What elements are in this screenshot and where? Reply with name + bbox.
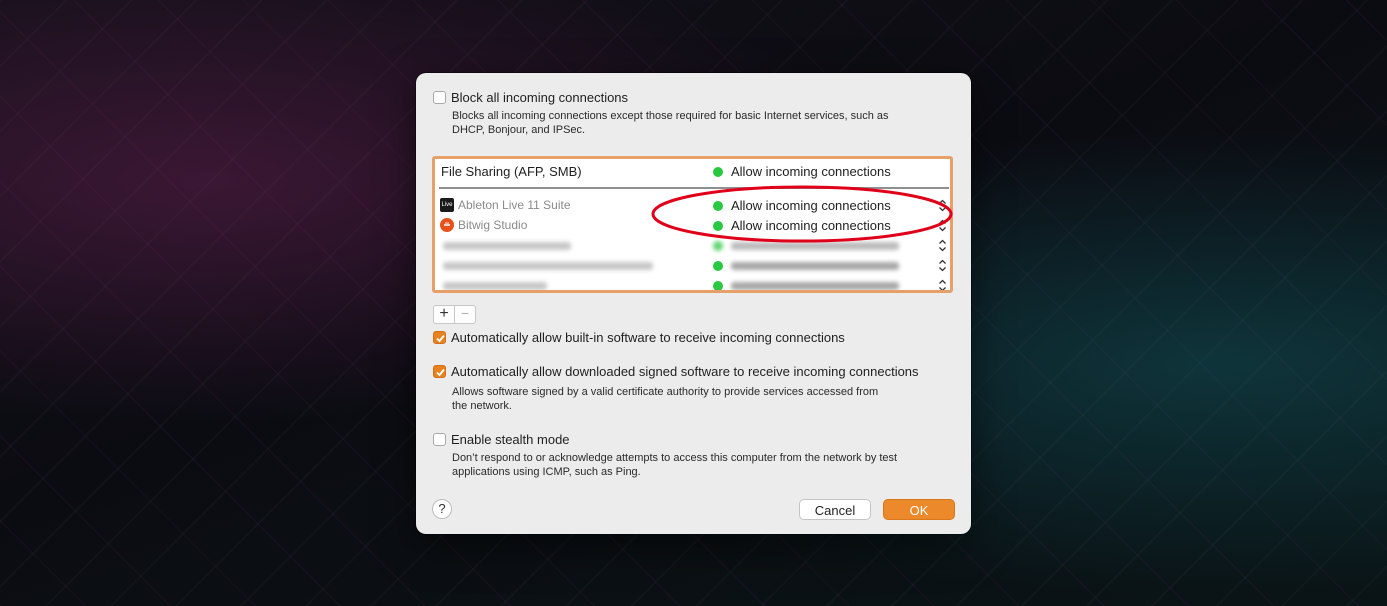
auto-signed-description: Allows software signed by a valid certif… — [452, 385, 878, 413]
stealth-description-line: Don’t respond to or acknowledge attempts… — [452, 452, 898, 464]
auto-signed-label: Automatically allow downloaded signed so… — [451, 364, 919, 379]
remove-app-button[interactable]: − — [454, 305, 476, 324]
redacted-status — [731, 282, 899, 290]
ableton-live-icon: Live — [440, 198, 454, 212]
status-green-dot — [713, 167, 723, 177]
bitwig-glyph — [444, 222, 450, 226]
redacted-app-name — [443, 242, 571, 250]
firewall-options-dialog: Block all incoming connections Blocks al… — [416, 73, 971, 534]
checkmark-icon — [436, 334, 445, 343]
status-green-dot — [713, 281, 723, 290]
auto-builtin-label: Automatically allow built-in software to… — [451, 330, 845, 345]
chevron-updown-icon[interactable] — [938, 279, 947, 292]
auto-builtin-checkbox[interactable] — [433, 331, 446, 344]
plus-icon: + — [439, 305, 449, 322]
block-all-label: Block all incoming connections — [451, 90, 629, 105]
minus-icon: − — [460, 305, 470, 321]
stealth-mode-checkbox[interactable] — [433, 433, 446, 446]
add-app-button[interactable]: + — [433, 305, 455, 324]
block-all-description-line: Blocks all incoming connections except t… — [452, 110, 889, 122]
highlight-ellipse-annotation — [651, 185, 953, 243]
checkmark-icon — [436, 368, 445, 377]
stealth-mode-description: Don’t respond to or acknowledge attempts… — [452, 451, 897, 479]
app-name: Ableton Live 11 Suite — [458, 198, 571, 212]
block-all-checkbox[interactable] — [433, 91, 446, 104]
list-item-blurred[interactable] — [435, 276, 950, 292]
file-sharing-status: Allow incoming connections — [731, 164, 891, 179]
list-item-blurred[interactable] — [435, 256, 950, 276]
redacted-app-name — [443, 282, 547, 290]
block-all-description: Blocks all incoming connections except t… — [452, 109, 889, 137]
chevron-updown-icon[interactable] — [938, 259, 947, 272]
status-green-dot — [713, 261, 723, 271]
bitwig-studio-icon — [440, 218, 454, 232]
auto-signed-description-line: Allows software signed by a valid certif… — [452, 386, 879, 398]
help-button[interactable]: ? — [432, 499, 452, 519]
ok-button[interactable]: OK — [883, 499, 955, 520]
redacted-status — [731, 262, 899, 270]
cancel-button[interactable]: Cancel — [799, 499, 871, 520]
auto-signed-checkbox[interactable] — [433, 365, 446, 378]
app-name: Bitwig Studio — [458, 218, 528, 232]
redacted-app-name — [443, 262, 653, 270]
stealth-mode-label: Enable stealth mode — [451, 432, 570, 447]
stealth-description-line: applications using ICMP, such as Ping. — [452, 466, 641, 478]
block-all-description-line: DHCP, Bonjour, and IPSec. — [452, 124, 586, 136]
file-sharing-label: File Sharing (AFP, SMB) — [441, 164, 582, 179]
auto-signed-description-line: the network. — [452, 400, 512, 412]
